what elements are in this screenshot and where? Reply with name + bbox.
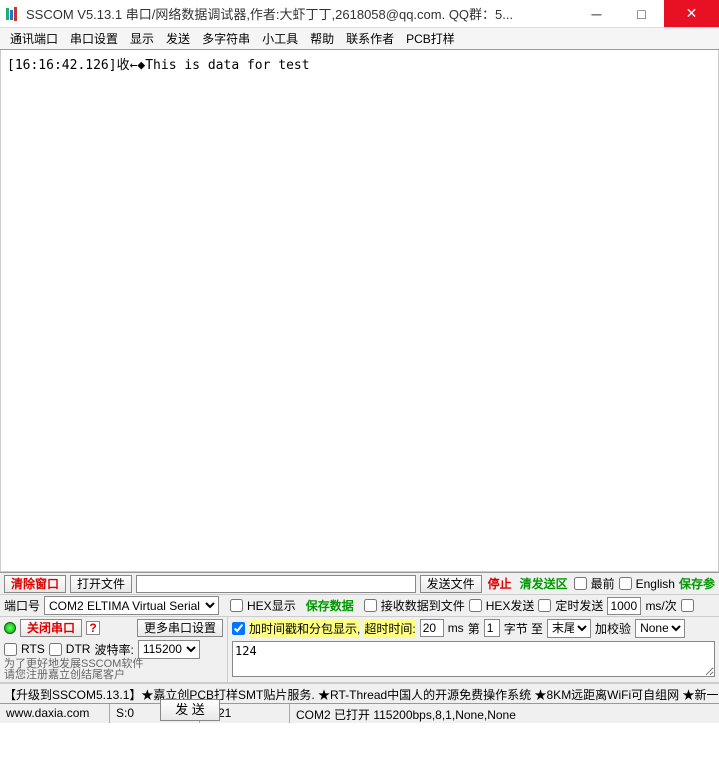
save-param-label[interactable]: 保存参 bbox=[679, 575, 715, 592]
send-button[interactable]: 发 送 bbox=[160, 699, 220, 721]
rts-checkbox[interactable] bbox=[4, 643, 17, 656]
right-controls: 加时间戳和分包显示, 超时时间: ms 第 字节 至 末尾 加校验 None bbox=[228, 617, 719, 682]
nth-input[interactable] bbox=[484, 619, 500, 637]
timed-send-checkbox[interactable] bbox=[538, 599, 551, 612]
ms-label: ms bbox=[448, 621, 464, 635]
menu-multistring[interactable]: 多字符串 bbox=[202, 30, 250, 47]
save-data-button[interactable]: 保存数据 bbox=[300, 597, 360, 615]
interval-unit: ms/次 bbox=[645, 597, 676, 614]
menu-help[interactable]: 帮助 bbox=[310, 30, 334, 47]
receive-textarea[interactable]: [16:16:42.126]收←◆This is data for test bbox=[0, 50, 719, 572]
send-file-button[interactable]: 发送文件 bbox=[420, 575, 482, 593]
maximize-button[interactable]: □ bbox=[619, 0, 664, 27]
tip-line-2: 请您注册嘉立创结尾客户 bbox=[4, 670, 223, 681]
hex-send-label: HEX发送 bbox=[486, 597, 535, 614]
toolbar-row-2: 端口号 COM2 ELTIMA Virtual Serial HEX显示 保存数… bbox=[0, 595, 719, 617]
port-select[interactable]: COM2 ELTIMA Virtual Serial bbox=[44, 596, 219, 615]
byte-to-label: 字节 至 bbox=[504, 620, 543, 637]
app-icon bbox=[4, 6, 20, 22]
hex-show-label: HEX显示 bbox=[247, 597, 296, 614]
window-buttons: ─ □ ✕ bbox=[574, 0, 719, 27]
check-select[interactable]: None bbox=[635, 619, 685, 638]
flow-control-row: RTS DTR 波特率: 115200 bbox=[0, 639, 227, 659]
extra-checkbox-1[interactable] bbox=[681, 599, 694, 612]
english-checkbox[interactable] bbox=[619, 577, 632, 590]
english-label: English bbox=[636, 577, 675, 591]
menu-tools[interactable]: 小工具 bbox=[262, 30, 298, 47]
status-url[interactable]: www.daxia.com bbox=[0, 704, 110, 723]
tip-row: 为了更好地发展SSCOM软件 请您注册嘉立创结尾客户 bbox=[0, 659, 227, 683]
menu-port[interactable]: 通讯端口 bbox=[10, 30, 58, 47]
menu-serial-settings[interactable]: 串口设置 bbox=[70, 30, 118, 47]
timeout-label: 超时时间: bbox=[364, 620, 415, 637]
help-icon[interactable]: ? bbox=[86, 621, 100, 635]
topmost-checkbox[interactable] bbox=[574, 577, 587, 590]
left-controls: 关闭串口 ? 更多串口设置 RTS DTR 波特率: 115200 为了更好地发… bbox=[0, 617, 228, 682]
hex-send-checkbox[interactable] bbox=[469, 599, 482, 612]
window-titlebar: SSCOM V5.13.1 串口/网络数据调试器,作者:大虾丁丁,2618058… bbox=[0, 0, 719, 28]
close-port-button[interactable]: 关闭串口 bbox=[20, 619, 82, 637]
status-com: COM2 已打开 115200bps,8,1,None,None bbox=[290, 704, 719, 723]
ad-text[interactable]: 【升级到SSCOM5.13.1】★嘉立创PCB打样SMT贴片服务. ★RT-Th… bbox=[4, 688, 719, 702]
dtr-checkbox[interactable] bbox=[49, 643, 62, 656]
open-file-button[interactable]: 打开文件 bbox=[70, 575, 132, 593]
status-bar: www.daxia.com S:0 R:21 COM2 已打开 115200bp… bbox=[0, 703, 719, 723]
close-button[interactable]: ✕ bbox=[664, 0, 719, 27]
dtr-label: DTR bbox=[66, 642, 91, 656]
send-row bbox=[228, 639, 719, 683]
rts-label: RTS bbox=[21, 642, 45, 656]
minimize-button[interactable]: ─ bbox=[574, 0, 619, 27]
menu-display[interactable]: 显示 bbox=[130, 30, 154, 47]
file-path-input[interactable] bbox=[136, 575, 416, 593]
clear-send-button[interactable]: 清发送区 bbox=[518, 575, 570, 593]
end-select[interactable]: 末尾 bbox=[547, 619, 591, 638]
recv-to-file-checkbox[interactable] bbox=[364, 599, 377, 612]
port-label: 端口号 bbox=[4, 597, 40, 614]
addcheck-label: 加校验 bbox=[595, 620, 631, 637]
port-led-icon bbox=[4, 622, 16, 634]
timestamp-label: 加时间戳和分包显示, bbox=[249, 620, 360, 637]
timestamp-checkbox[interactable] bbox=[232, 622, 245, 635]
stop-button[interactable]: 停止 bbox=[486, 575, 514, 593]
menu-bar: 通讯端口 串口设置 显示 发送 多字符串 小工具 帮助 联系作者 PCB打样 bbox=[0, 28, 719, 50]
timestamp-row: 加时间戳和分包显示, 超时时间: ms 第 字节 至 末尾 加校验 None bbox=[228, 617, 719, 639]
control-panel: 清除窗口 打开文件 发送文件 停止 清发送区 最前 English 保存参 端口… bbox=[0, 572, 719, 683]
ad-bar: 【升级到SSCOM5.13.1】★嘉立创PCB打样SMT贴片服务. ★RT-Th… bbox=[0, 683, 719, 703]
baud-label: 波特率: bbox=[94, 641, 133, 658]
send-textarea[interactable] bbox=[232, 641, 715, 677]
menu-pcb[interactable]: PCB打样 bbox=[406, 30, 455, 47]
port-control-row: 关闭串口 ? 更多串口设置 bbox=[0, 617, 227, 639]
interval-input[interactable] bbox=[607, 597, 641, 615]
timeout-input[interactable] bbox=[420, 619, 444, 637]
topmost-label: 最前 bbox=[591, 575, 615, 592]
more-settings-button[interactable]: 更多串口设置 bbox=[137, 619, 223, 637]
menu-send[interactable]: 发送 bbox=[166, 30, 190, 47]
hex-show-checkbox[interactable] bbox=[230, 599, 243, 612]
timed-send-label: 定时发送 bbox=[555, 597, 603, 614]
menu-contact[interactable]: 联系作者 bbox=[346, 30, 394, 47]
window-title: SSCOM V5.13.1 串口/网络数据调试器,作者:大虾丁丁,2618058… bbox=[26, 4, 574, 23]
clear-window-button[interactable]: 清除窗口 bbox=[4, 575, 66, 593]
output-line: [16:16:42.126]收←◆This is data for test bbox=[7, 58, 310, 73]
nth-label: 第 bbox=[468, 620, 480, 637]
recv-to-file-label: 接收数据到文件 bbox=[381, 597, 465, 614]
baud-select[interactable]: 115200 bbox=[138, 640, 200, 659]
toolbar-row-1: 清除窗口 打开文件 发送文件 停止 清发送区 最前 English 保存参 bbox=[0, 573, 719, 595]
